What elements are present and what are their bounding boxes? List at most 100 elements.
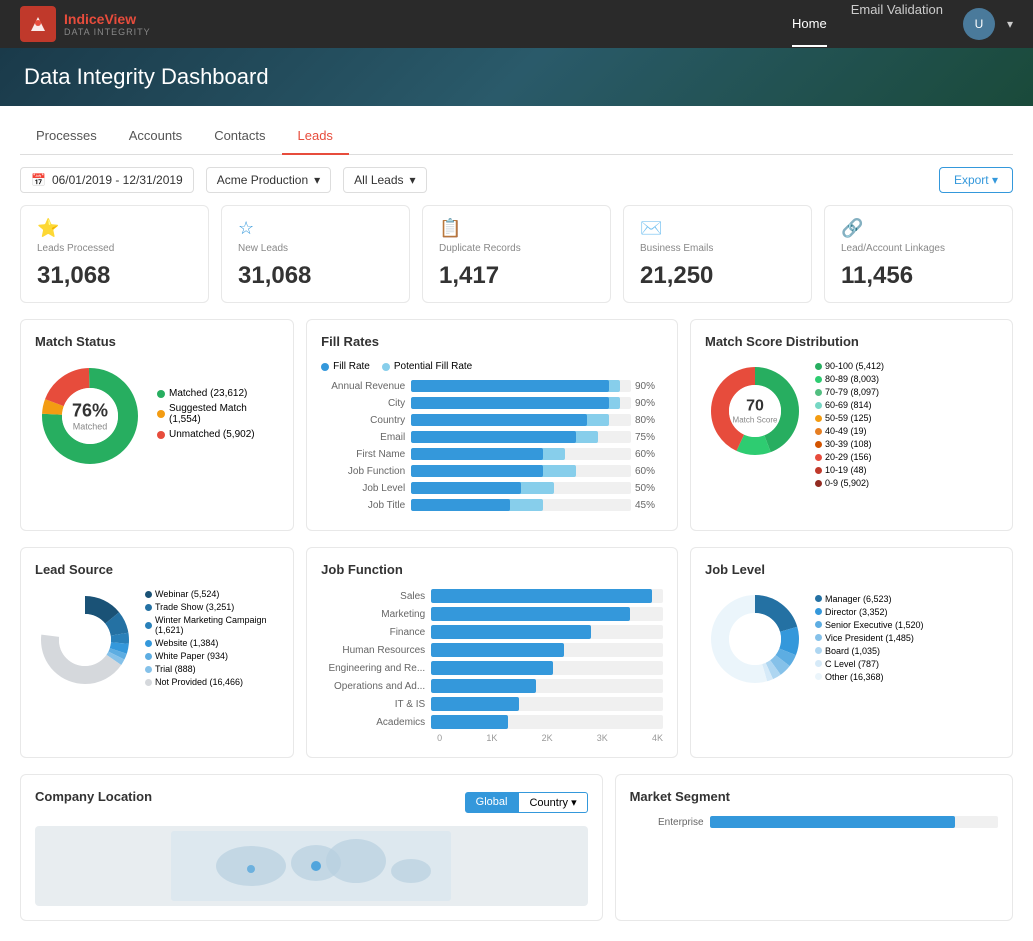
jl-label-5: C Level (787) — [825, 659, 879, 669]
fill-row-4: First Name 60% — [321, 448, 663, 460]
enterprise-label: Enterprise — [630, 817, 710, 828]
company-location-chart: Company Location Global Country ▾ — [20, 774, 603, 921]
market-segment-title: Market Segment — [630, 789, 998, 804]
ms-dot-1 — [815, 376, 822, 383]
calendar-icon: 📅 — [31, 173, 46, 187]
star-outline-icon: ☆ — [238, 218, 393, 239]
bottom-charts: Company Location Global Country ▾ — [20, 774, 1013, 921]
axis-1k: 1K — [486, 733, 497, 743]
match-score-donut: 70 Match Score — [705, 361, 805, 461]
ms-label-3: 60-69 (814) — [825, 400, 872, 410]
fill-pct-3: 75% — [635, 432, 663, 443]
axis-0: 0 — [437, 733, 442, 743]
fill-row-7: Job Title 45% — [321, 499, 663, 511]
legend-suggested: Suggested Match (1,554) — [157, 403, 279, 425]
fill-label-4: First Name — [321, 449, 411, 460]
dropdown-arrow[interactable]: ▾ — [1007, 17, 1013, 31]
jl-label-2: Senior Executive (1,520) — [825, 620, 924, 630]
fill-actual-bar-3 — [411, 431, 576, 443]
ms-dot-3 — [815, 402, 822, 409]
jl-legend-item-5: C Level (787) — [815, 659, 924, 669]
jf-bar-fill-2 — [431, 625, 591, 639]
production-filter[interactable]: Acme Production ▾ — [206, 167, 331, 193]
filters-bar: 📅 06/01/2019 - 12/31/2019 Acme Productio… — [20, 155, 1013, 205]
ms-label-0: 90-100 (5,412) — [825, 361, 884, 371]
tab-leads[interactable]: Leads — [282, 118, 349, 155]
ls-label-5: Trial (888) — [155, 664, 196, 674]
ms-label-4: 50-59 (125) — [825, 413, 872, 423]
fill-bar-container-0 — [411, 380, 631, 392]
jf-label-3: Human Resources — [321, 645, 431, 656]
nav-links: Home Email Validation — [792, 2, 943, 47]
leads-filter[interactable]: All Leads ▾ — [343, 167, 426, 193]
nav-email-validation[interactable]: Email Validation — [851, 2, 943, 47]
loc-buttons: Global Country ▾ — [465, 792, 588, 813]
ls-dot-5 — [145, 666, 152, 673]
fill-label-7: Job Title — [321, 500, 411, 511]
jl-label-4: Board (1,035) — [825, 646, 880, 656]
jf-label-5: Operations and Ad... — [321, 681, 431, 692]
fill-row-5: Job Function 60% — [321, 465, 663, 477]
job-level-svg — [705, 589, 805, 689]
country-dropdown-icon: ▾ — [571, 797, 577, 809]
jf-bar-fill-0 — [431, 589, 652, 603]
fill-label-2: Country — [321, 415, 411, 426]
date-range-filter[interactable]: 📅 06/01/2019 - 12/31/2019 — [20, 167, 194, 193]
logo-icon — [20, 6, 56, 42]
top-nav: IndiceView DATA INTEGRITY Home Email Val… — [0, 0, 1033, 48]
jf-bar-bg-5 — [431, 679, 663, 693]
global-button[interactable]: Global — [465, 792, 519, 813]
country-button[interactable]: Country ▾ — [518, 792, 587, 813]
match-donut-center: 76% Matched — [72, 401, 108, 432]
ls-legend-item-4: White Paper (934) — [145, 651, 279, 661]
jf-label-1: Marketing — [321, 609, 431, 620]
tab-processes[interactable]: Processes — [20, 118, 113, 155]
charts-row-2: Lead Source Webinar (5,524) — [20, 547, 1013, 758]
enterprise-row: Enterprise — [630, 816, 998, 828]
fill-pct-7: 45% — [635, 500, 663, 511]
fill-bar-container-2 — [411, 414, 631, 426]
ms-label-9: 0-9 (5,902) — [825, 478, 869, 488]
market-segment-chart: Market Segment Enterprise — [615, 774, 1013, 921]
lead-source-title: Lead Source — [35, 562, 279, 577]
card-duplicate-records: 📋 Duplicate Records 1,417 — [422, 205, 611, 303]
fill-rates-title: Fill Rates — [321, 334, 663, 349]
match-status-title: Match Status — [35, 334, 279, 349]
ms-legend-item-2: 70-79 (8,097) — [815, 387, 884, 397]
jf-label-0: Sales — [321, 591, 431, 602]
legend-unmatched: Unmatched (5,902) — [157, 429, 279, 440]
enterprise-bar-bg — [710, 816, 998, 828]
fill-pct-2: 80% — [635, 415, 663, 426]
jl-legend-item-3: Vice President (1,485) — [815, 633, 924, 643]
tab-contacts[interactable]: Contacts — [198, 118, 281, 155]
job-level-content: Manager (6,523) Director (3,352) Senior … — [705, 589, 998, 689]
match-score-title: Match Score Distribution — [705, 334, 998, 349]
jl-legend-item-1: Director (3,352) — [815, 607, 924, 617]
match-donut-wrapper: 76% Matched — [35, 361, 145, 471]
fill-label-5: Job Function — [321, 466, 411, 477]
map-placeholder — [35, 826, 588, 906]
match-status-donut: 76% Matched Matched (23,612) Suggested M… — [35, 361, 279, 471]
nav-home[interactable]: Home — [792, 2, 827, 47]
ms-dot-6 — [815, 441, 822, 448]
logo-sub: DATA INTEGRITY — [64, 27, 151, 37]
fill-rates-chart: Fill Rates Fill Rate Potential Fill Rate… — [306, 319, 678, 531]
job-function-row-1: Marketing — [321, 607, 663, 621]
email-icon: ✉️ — [640, 218, 795, 239]
fill-rate-legend-actual: Fill Rate — [321, 361, 370, 372]
main-container: Processes Accounts Contacts Leads 📅 06/0… — [0, 106, 1033, 941]
lead-source-chart: Lead Source Webinar (5,524) — [20, 547, 294, 758]
ls-dot-0 — [145, 591, 152, 598]
fill-actual-bar-1 — [411, 397, 609, 409]
ms-dot-5 — [815, 428, 822, 435]
tab-accounts[interactable]: Accounts — [113, 118, 198, 155]
ms-label-6: 30-39 (108) — [825, 439, 872, 449]
loc-header: Company Location Global Country ▾ — [35, 789, 588, 816]
fill-potential-label: Potential Fill Rate — [394, 361, 472, 372]
avatar[interactable]: U — [963, 8, 995, 40]
ls-dot-1 — [145, 604, 152, 611]
export-button[interactable]: Export ▾ — [939, 167, 1013, 193]
match-score-center: 70 Match Score — [733, 398, 778, 425]
job-function-title: Job Function — [321, 562, 663, 577]
jl-label-0: Manager (6,523) — [825, 594, 892, 604]
